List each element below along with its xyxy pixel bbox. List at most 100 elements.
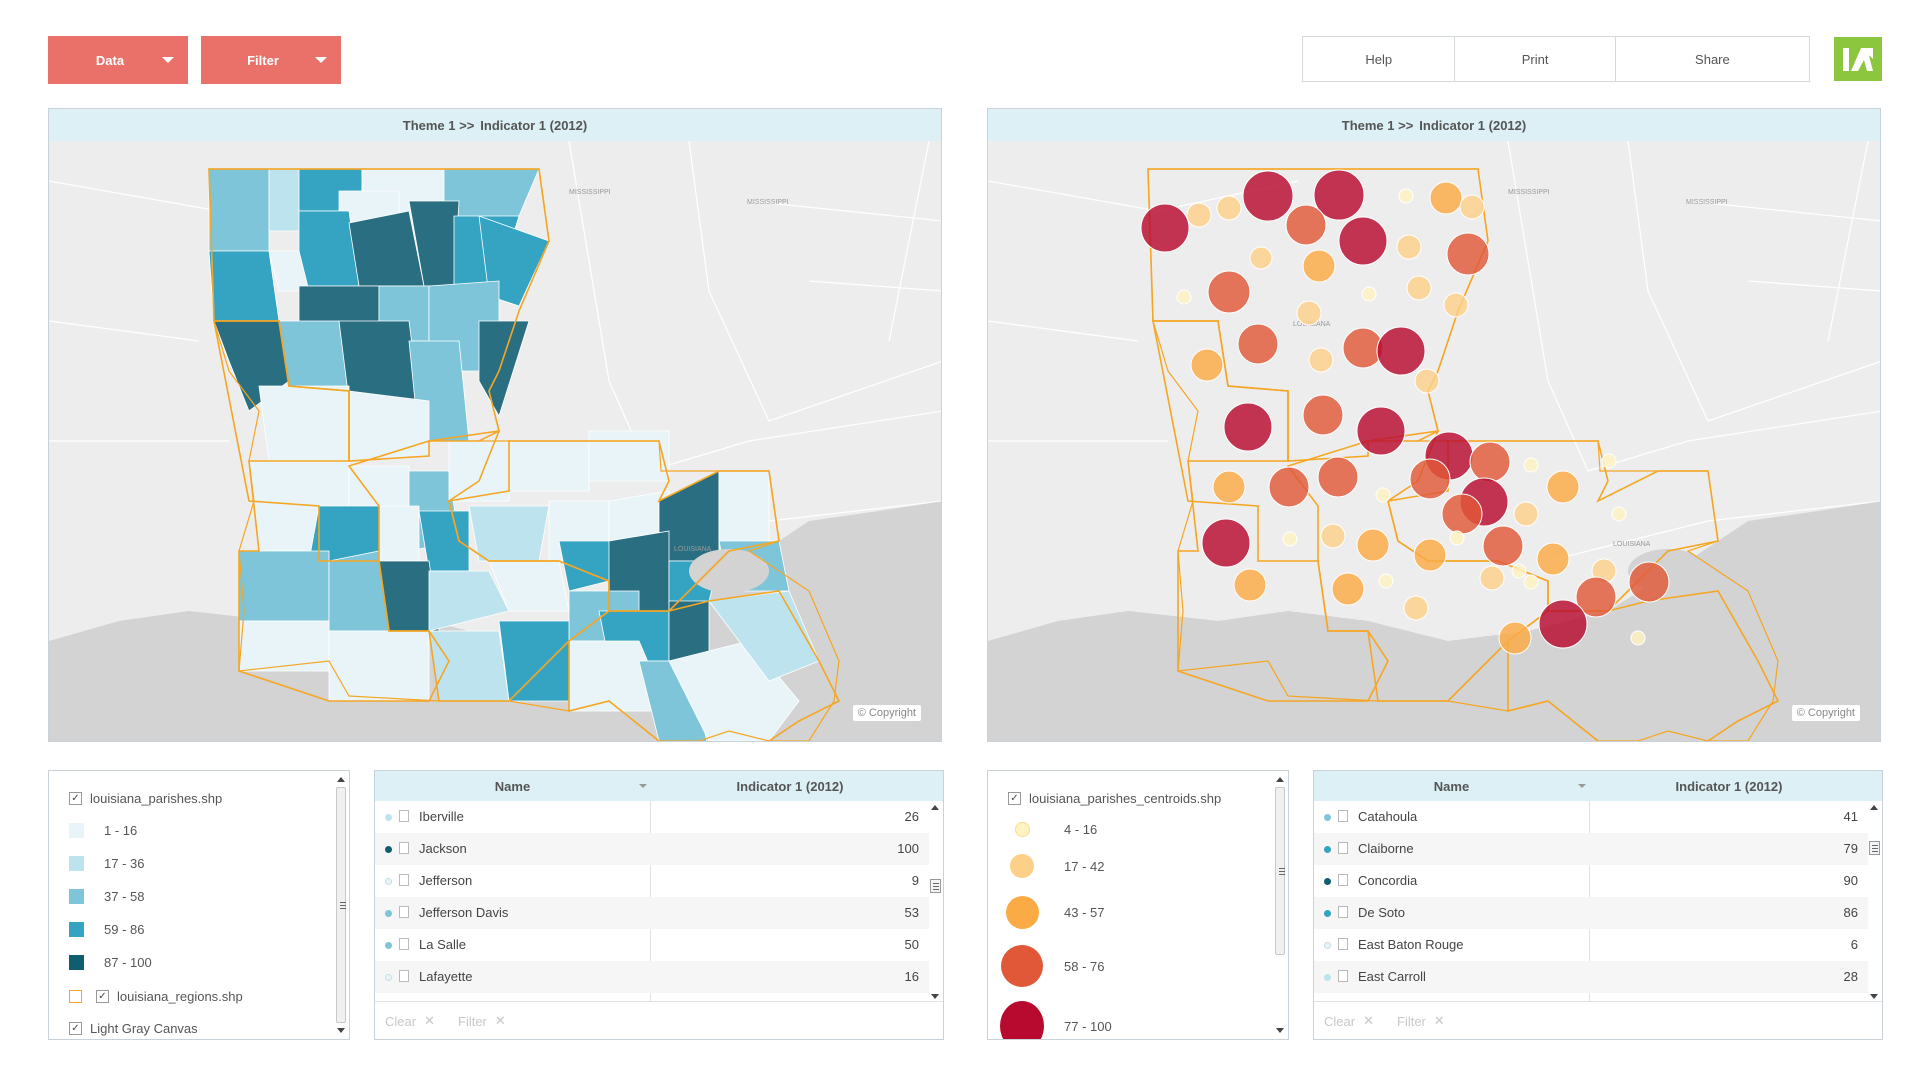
column-header-indicator[interactable]: Indicator 1 (2012) (1589, 771, 1869, 801)
legend-class: 59 - 86 (69, 922, 144, 937)
legend-class-label: 4 - 16 (1064, 821, 1098, 837)
clear-label: Clear (385, 1013, 417, 1029)
legend-class-label: 37 - 58 (104, 889, 145, 904)
legend-class-label: 87 - 100 (104, 955, 152, 970)
scroll-up-icon[interactable] (1870, 805, 1878, 810)
scroll-down-icon[interactable] (337, 1028, 345, 1033)
class-dot-icon (1324, 846, 1331, 853)
row-value: 50 (904, 937, 919, 952)
legend-swatch (69, 955, 84, 970)
document-icon (1338, 970, 1348, 982)
clear-button[interactable]: Clear ✕ (1324, 1013, 1374, 1029)
sort-desc-icon[interactable] (639, 784, 647, 788)
app-logo[interactable] (1834, 37, 1882, 81)
legend-symbol (1000, 895, 1044, 929)
table-header: Name Indicator 1 (2012) (375, 771, 943, 801)
row-value: 41 (1843, 809, 1858, 824)
table-row[interactable]: East Carroll 28 (1314, 961, 1868, 993)
layer-toggle-basemap[interactable]: ✓ Light Gray Canvas (69, 1021, 198, 1036)
legend-symbol (1000, 945, 1044, 987)
scroll-up-icon[interactable] (931, 805, 939, 810)
help-button[interactable]: Help (1303, 37, 1456, 81)
row-value: 6 (1850, 937, 1858, 952)
table-row[interactable]: Jefferson 9 (375, 865, 929, 897)
class-dot-icon (385, 878, 392, 885)
filter-table-button[interactable]: Filter ✕ (1397, 1013, 1445, 1029)
table-scrollbar[interactable] (1868, 801, 1880, 1001)
sort-desc-icon[interactable] (1578, 784, 1586, 788)
filter-table-button[interactable]: Filter ✕ (458, 1013, 506, 1029)
legend-class-label: 77 - 100 (1064, 1018, 1112, 1034)
chevron-down-icon (162, 57, 174, 63)
checkbox-checked-icon[interactable]: ✓ (96, 990, 109, 1003)
table-row[interactable]: Jackson 100 (375, 833, 929, 865)
row-value: 90 (1843, 873, 1858, 888)
legend-class-label: 59 - 86 (104, 922, 145, 937)
symbol-map-canvas[interactable]: MISSISSIPPI MISSISSIPPI LOUISIANA LOUISI… (988, 141, 1881, 742)
row-value: 16 (904, 969, 919, 984)
row-value: 28 (1843, 969, 1858, 984)
row-name: Lafayette (419, 969, 473, 984)
symbol-legend-panel[interactable]: ✓ louisiana_parishes_centroids.shp 4 - 1… (987, 770, 1289, 1040)
document-icon (1338, 810, 1348, 822)
map-copyright: © Copyright (852, 705, 921, 721)
choropleth-map-panel[interactable]: Theme 1 >> Indicator 1 (2012) MISSISSIPP… (48, 108, 942, 742)
map-place-label: LOUISIANA (674, 546, 712, 553)
row-name: Claiborne (1358, 841, 1414, 856)
row-value: 100 (897, 841, 919, 856)
filter-label: Filter (1397, 1013, 1426, 1029)
choropleth-map-canvas[interactable]: MISSISSIPPI MISSISSIPPI LOUISIANA (49, 141, 942, 742)
document-icon (399, 810, 409, 822)
close-icon: ✕ (494, 1013, 506, 1028)
column-header-name[interactable]: Name (375, 771, 650, 801)
legend-scrollbar[interactable] (1274, 773, 1286, 1037)
data-dropdown-button[interactable]: Data (48, 36, 188, 84)
table-row[interactable]: Concordia 90 (1314, 865, 1868, 897)
scroll-thumb[interactable] (1275, 787, 1285, 955)
layer-toggle-parishes[interactable]: ✓ louisiana_parishes.shp (69, 791, 222, 806)
layer-toggle-regions[interactable]: ✓ louisiana_regions.shp (69, 989, 243, 1004)
table-row[interactable]: East Baton Rouge 6 (1314, 929, 1868, 961)
clear-label: Clear (1324, 1013, 1356, 1029)
choropleth-legend-panel[interactable]: ✓ louisiana_parishes.shp 1 - 16 17 - 36 … (48, 770, 350, 1040)
row-name: Jackson (419, 841, 467, 856)
table-row[interactable]: Jefferson Davis 53 (375, 897, 929, 929)
parishes-attribute-table[interactable]: Name Indicator 1 (2012) Iberville 26 Jac… (374, 770, 944, 1040)
map-header: Theme 1 >> Indicator 1 (2012) (988, 109, 1880, 141)
table-row[interactable]: Lafayette 16 (375, 961, 929, 993)
checkbox-checked-icon[interactable]: ✓ (69, 792, 82, 805)
table-row[interactable]: Catahoula 41 (1314, 801, 1868, 833)
share-button[interactable]: Share (1616, 37, 1809, 81)
table-scrollbar[interactable] (929, 801, 941, 1001)
legend-class-label: 17 - 36 (104, 856, 145, 871)
table-row[interactable]: De Soto 86 (1314, 897, 1868, 929)
scroll-down-icon[interactable] (1870, 994, 1878, 999)
scroll-up-icon[interactable] (337, 777, 345, 782)
layer-toggle-centroids[interactable]: ✓ louisiana_parishes_centroids.shp (1008, 791, 1221, 806)
scroll-thumb[interactable] (336, 787, 346, 1023)
scroll-thumb[interactable] (1869, 841, 1880, 855)
row-value: 9 (911, 873, 919, 888)
class-dot-icon (385, 910, 392, 917)
clear-button[interactable]: Clear ✕ (385, 1013, 435, 1029)
legend-scrollbar[interactable] (335, 773, 347, 1037)
table-header: Name Indicator 1 (2012) (1314, 771, 1882, 801)
class-dot-icon (1324, 942, 1331, 949)
class-dot-icon (1324, 878, 1331, 885)
scroll-down-icon[interactable] (1276, 1028, 1284, 1033)
table-row[interactable]: La Salle 50 (375, 929, 929, 961)
filter-dropdown-button[interactable]: Filter (201, 36, 341, 84)
scroll-down-icon[interactable] (931, 994, 939, 999)
table-row[interactable]: Iberville 26 (375, 801, 929, 833)
scroll-thumb[interactable] (930, 879, 941, 893)
filter-label: Filter (458, 1013, 487, 1029)
centroids-attribute-table[interactable]: Name Indicator 1 (2012) Catahoula 41 Cla… (1313, 770, 1883, 1040)
proportional-symbol-map-panel[interactable]: Theme 1 >> Indicator 1 (2012) MISSISSIPP… (987, 108, 1881, 742)
column-header-indicator[interactable]: Indicator 1 (2012) (650, 771, 930, 801)
table-row[interactable]: Claiborne 79 (1314, 833, 1868, 865)
scroll-up-icon[interactable] (1276, 777, 1284, 782)
checkbox-checked-icon[interactable]: ✓ (69, 1022, 82, 1035)
column-header-name[interactable]: Name (1314, 771, 1589, 801)
print-button[interactable]: Print (1455, 37, 1616, 81)
checkbox-checked-icon[interactable]: ✓ (1008, 792, 1021, 805)
